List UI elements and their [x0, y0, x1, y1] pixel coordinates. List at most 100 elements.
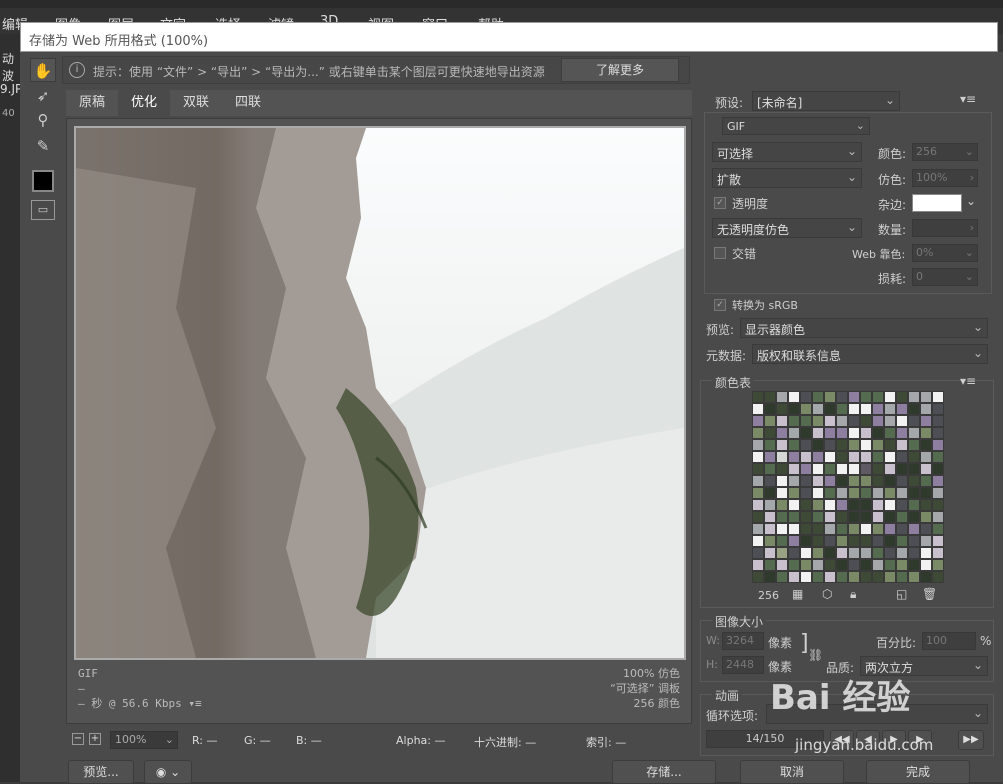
color-swatch[interactable] — [908, 523, 920, 535]
color-swatch[interactable] — [836, 571, 848, 583]
color-swatch[interactable] — [872, 511, 884, 523]
tab-2-up[interactable]: 双联 — [170, 90, 222, 116]
color-swatch[interactable] — [884, 451, 896, 463]
color-swatch[interactable] — [908, 439, 920, 451]
color-swatch[interactable] — [932, 391, 944, 403]
color-swatch[interactable] — [776, 427, 788, 439]
color-swatch[interactable] — [752, 523, 764, 535]
color-swatch[interactable] — [776, 547, 788, 559]
color-swatch[interactable] — [764, 523, 776, 535]
color-swatch[interactable] — [932, 439, 944, 451]
web-shift-icon[interactable]: ▦ — [792, 587, 803, 601]
color-swatch[interactable] — [920, 475, 932, 487]
color-swatch[interactable] — [764, 487, 776, 499]
color-swatch[interactable] — [884, 427, 896, 439]
color-swatch[interactable] — [812, 547, 824, 559]
zoom-in-icon[interactable]: + — [89, 733, 101, 745]
cube-icon[interactable]: ⬡ — [822, 587, 832, 601]
color-swatch[interactable] — [824, 559, 836, 571]
color-swatch[interactable] — [800, 427, 812, 439]
color-swatch[interactable] — [884, 511, 896, 523]
preset-select[interactable]: [未命名] ⌄ — [752, 91, 900, 111]
color-swatch[interactable] — [896, 427, 908, 439]
color-swatch[interactable] — [836, 475, 848, 487]
dither-input[interactable]: 100% › — [912, 169, 978, 187]
colors-input[interactable]: 256 ⌄ — [912, 143, 978, 161]
color-swatch[interactable] — [932, 427, 944, 439]
color-swatch[interactable] — [824, 415, 836, 427]
color-swatch[interactable] — [788, 475, 800, 487]
preset-menu-icon[interactable]: ▾≡ — [960, 92, 976, 106]
convert-srgb-checkbox[interactable]: ✓ — [714, 299, 726, 311]
color-swatch[interactable] — [884, 523, 896, 535]
color-swatch[interactable] — [896, 511, 908, 523]
color-swatch[interactable] — [824, 535, 836, 547]
color-swatch[interactable] — [800, 499, 812, 511]
color-swatch[interactable] — [908, 403, 920, 415]
color-swatch[interactable] — [752, 559, 764, 571]
color-swatch[interactable] — [752, 499, 764, 511]
color-swatch[interactable] — [872, 427, 884, 439]
color-swatch[interactable] — [932, 511, 944, 523]
color-swatch[interactable] — [812, 535, 824, 547]
color-swatch[interactable] — [764, 535, 776, 547]
color-swatch[interactable] — [800, 523, 812, 535]
color-swatch[interactable] — [752, 403, 764, 415]
color-swatch[interactable] — [884, 403, 896, 415]
color-swatch[interactable] — [908, 415, 920, 427]
color-swatch[interactable] — [776, 451, 788, 463]
color-swatch[interactable] — [776, 499, 788, 511]
color-swatch[interactable] — [896, 571, 908, 583]
color-swatch[interactable] — [908, 487, 920, 499]
color-swatch[interactable] — [776, 403, 788, 415]
color-swatch[interactable] — [920, 487, 932, 499]
color-swatch[interactable] — [860, 451, 872, 463]
color-swatch[interactable] — [920, 403, 932, 415]
zoom-out-icon[interactable]: − — [72, 733, 84, 745]
color-swatch[interactable] — [764, 451, 776, 463]
color-swatch[interactable] — [908, 463, 920, 475]
color-swatch[interactable] — [932, 559, 944, 571]
color-swatch[interactable] — [788, 439, 800, 451]
color-swatch[interactable] — [884, 475, 896, 487]
color-swatch[interactable] — [848, 427, 860, 439]
color-swatch[interactable] — [764, 463, 776, 475]
color-swatch[interactable] — [860, 427, 872, 439]
color-swatch[interactable] — [824, 475, 836, 487]
download-speed-menu-icon[interactable]: ▾≡ — [188, 697, 201, 710]
color-swatch[interactable] — [836, 451, 848, 463]
color-table-menu-icon[interactable]: ▾≡ — [960, 374, 976, 388]
color-swatch[interactable] — [776, 511, 788, 523]
color-swatch[interactable] — [872, 535, 884, 547]
eyedropper-color-swatch[interactable] — [32, 170, 54, 192]
amount-input[interactable]: › — [912, 219, 978, 237]
color-swatch[interactable] — [836, 427, 848, 439]
cancel-button[interactable]: 取消 — [740, 760, 844, 784]
color-swatch[interactable] — [872, 559, 884, 571]
color-swatch[interactable] — [812, 511, 824, 523]
color-swatch[interactable] — [896, 499, 908, 511]
color-swatch[interactable] — [776, 415, 788, 427]
color-swatch[interactable] — [800, 535, 812, 547]
color-swatch[interactable] — [836, 559, 848, 571]
color-swatch[interactable] — [788, 523, 800, 535]
color-swatch[interactable] — [752, 451, 764, 463]
color-swatch[interactable] — [896, 487, 908, 499]
color-swatch[interactable] — [908, 547, 920, 559]
color-swatch[interactable] — [848, 487, 860, 499]
color-swatch[interactable] — [908, 451, 920, 463]
color-swatch[interactable] — [884, 571, 896, 583]
color-swatch[interactable] — [776, 535, 788, 547]
color-swatch[interactable] — [932, 523, 944, 535]
color-swatch[interactable] — [788, 391, 800, 403]
color-swatch[interactable] — [920, 535, 932, 547]
color-swatch[interactable] — [908, 391, 920, 403]
color-reduction-select[interactable]: 可选择 ⌄ — [712, 142, 862, 162]
color-swatch[interactable] — [872, 499, 884, 511]
color-swatch[interactable] — [908, 511, 920, 523]
color-swatch[interactable] — [932, 547, 944, 559]
eyedropper-tool-icon[interactable]: ✎ — [30, 134, 56, 158]
color-swatch[interactable] — [824, 499, 836, 511]
color-swatch[interactable] — [860, 391, 872, 403]
color-swatch[interactable] — [776, 571, 788, 583]
